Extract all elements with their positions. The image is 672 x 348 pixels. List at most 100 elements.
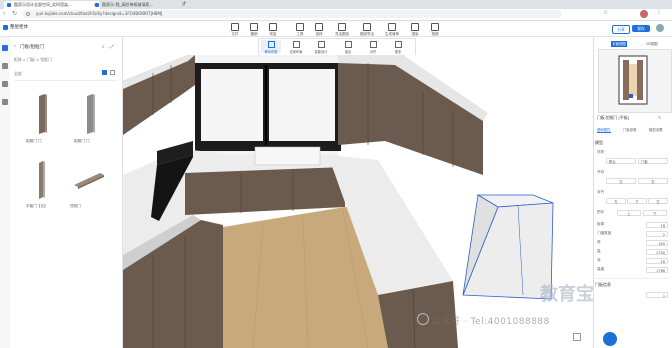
user-icon[interactable] [2,81,8,87]
catalog-breadcrumb: 门板/铝框门 [20,45,45,50]
help-icon[interactable] [573,333,581,341]
align-left-button[interactable]: 左 [606,198,626,204]
group-icon [344,41,352,48]
item-label: 铝框门 门 [74,139,90,143]
subtool-more[interactable]: 更多 [388,40,408,54]
height-input[interactable]: 2700 [646,249,668,255]
profile-avatar[interactable] [640,10,648,18]
reload-icon[interactable]: ↻ [12,10,17,17]
count-input[interactable]: 1 [646,292,668,298]
depth-input[interactable]: 18 [646,258,668,264]
toolbar-tools[interactable]: 工具 [290,22,310,36]
elevation-input[interactable]: 1786 [646,267,668,273]
toolbar-label: 灵活图纸 [335,32,349,36]
browser-tab[interactable]: 酷家乐-我_高阶带框玻璃柜... × [92,1,188,9]
3d-viewport[interactable] [123,55,593,348]
toolbar-label: 生成清单 [385,32,399,36]
model-icon[interactable] [2,63,8,69]
site-icon [95,3,99,7]
subtool-align[interactable]: 对齐 [363,40,383,54]
star-icon[interactable]: ☆ [603,9,608,16]
handle-bottom-button[interactable]: 下 [643,210,667,216]
section-title: 门板信息 [595,282,611,287]
align-icon [369,41,377,48]
tab-plan-view[interactable]: 平面视图 [611,41,627,47]
list-item[interactable]: 铝框门 门 [74,92,108,143]
grid-view-icon[interactable] [102,70,107,75]
list-item[interactable]: 平板门【无】 [26,157,60,208]
catalog-icon[interactable] [2,45,8,51]
door-thumbnail [74,173,104,189]
layers-icon[interactable] [2,99,8,105]
toolbar-export[interactable]: 图纸导出 [355,22,379,36]
toolbar-file[interactable]: 文件 [225,22,245,36]
toolbar-render[interactable]: 渲染 [405,22,425,36]
wechat-icon [417,313,429,325]
app-logo-icon [3,25,8,30]
toolbar-label: 恢复 [269,32,277,36]
list-item[interactable]: 铝框门 门 [26,92,60,143]
expand-icon[interactable]: ⤢ [110,44,114,50]
subtool-move[interactable]: 移动布置 [261,40,281,54]
subtool-label: 智能设计 [314,50,328,54]
browser-tab-active[interactable]: 酷家乐设计全部空间_实时渲染... × [4,1,100,9]
prop-open-label: 开向 [597,170,605,174]
chat-button[interactable] [603,332,617,346]
toolbar-label: 工具 [296,32,304,36]
handle-top-button[interactable]: 上 [617,210,641,216]
toolbar-select[interactable]: 选择 [309,22,329,36]
more-icon [394,41,402,48]
section-title: 模型 [595,140,603,145]
tab-2d-view[interactable]: 2D视图 [646,41,658,47]
tools-icon [296,23,304,31]
lock-icon [26,12,30,16]
toolbar-list[interactable]: 生成清单 [380,22,404,36]
user-avatar[interactable] [656,24,664,32]
save-button[interactable]: 保存 [632,25,650,32]
item-label: 顶线门 [70,204,81,208]
subtool-smart[interactable]: 智能设计 [311,40,331,54]
list-item[interactable]: 顶线门 [70,157,104,208]
layout-icon [292,41,300,48]
menu-icon[interactable]: ⋮ [656,9,662,16]
divider [14,80,118,81]
material-select[interactable]: 默认 [606,158,636,164]
toolbar-redo[interactable]: 恢复 [263,22,283,36]
share-button[interactable]: 分享 [612,25,630,34]
design-name[interactable]: 整屋柜体 [10,24,28,30]
toolbar-label: 撤销 [250,32,258,36]
tab-basic[interactable]: 基础属性 [597,127,611,133]
subtool-label: 空间布局 [289,50,303,54]
subtool-label: 组合 [344,50,352,54]
smart-icon [317,41,325,48]
edit-icon[interactable]: ✎ [658,115,661,120]
width-input[interactable]: 450 [646,240,668,246]
toolbar-undo[interactable]: 撤销 [244,22,264,36]
toolbar-video[interactable]: 视频 [425,22,445,36]
thickness-input[interactable]: 18 [646,222,668,228]
align-side-button[interactable]: 左 [648,198,668,204]
subtool-group[interactable]: 组合 [338,40,358,54]
open-left-button[interactable]: 左 [606,178,636,184]
minimap[interactable] [598,49,672,113]
tab-door-params[interactable]: 门板参数 [623,127,637,132]
prop-material-label: 材质 [597,150,605,154]
align-bottom-button[interactable]: 下 [627,198,647,204]
item-label: 平板门【无】 [26,204,48,208]
new-tab-icon[interactable]: + [182,0,187,7]
tab-model-settings[interactable]: 模型设置 [649,127,663,132]
back-icon[interactable]: ‹ [3,10,5,17]
gap-input[interactable]: 2 [646,231,668,237]
catalog-path[interactable]: 柜体 > 门板 > 铝框门 [14,57,52,63]
subtool-layout[interactable]: 空间布局 [286,40,306,54]
url-field[interactable]: yun.kujiale.com/cloud/tool/h5/diy?design… [22,10,562,18]
search-icon[interactable]: ⌕ [102,44,105,50]
back-icon[interactable]: ‹ [14,44,16,49]
list-view-icon[interactable] [110,70,115,75]
toolbar-drawings[interactable]: 灵活图纸 [330,22,354,36]
filter-label[interactable]: 全部 [14,71,22,77]
open-right-button[interactable]: 右 [638,178,668,184]
url-text: yun.kujiale.com/cloud/tool/h5/diy?design… [36,11,163,16]
material-type-select[interactable]: 门板 [638,158,668,164]
browser-tab-label: 酷家乐-我_高阶带框玻璃柜... [102,2,154,7]
